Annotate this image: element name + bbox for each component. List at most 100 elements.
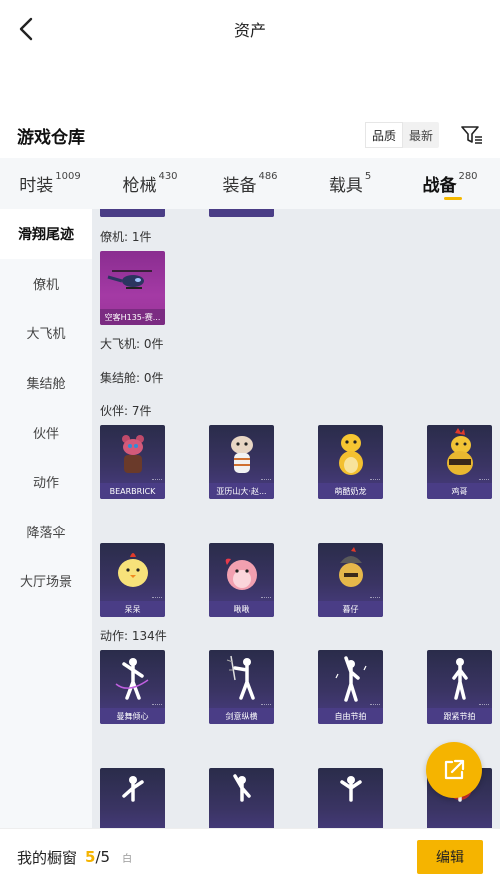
tab-label: 战备 <box>422 176 457 196</box>
item-card[interactable]: 剑意纵横 <box>209 650 274 724</box>
section-label-plane: 大飞机: 0件 <box>100 337 164 351</box>
more-dots <box>370 479 380 482</box>
sidebar-item-lobby-scene[interactable]: 大厅场景 <box>0 556 92 606</box>
item-name: 剑意纵横 <box>209 708 274 724</box>
more-dots <box>479 479 489 482</box>
sort-newest[interactable]: 最新 <box>403 122 439 148</box>
lock-icon: 白 <box>122 853 133 865</box>
item-card[interactable] <box>100 209 165 217</box>
dance-pose-icon <box>122 776 144 802</box>
item-name: 跟紧节拍 <box>427 708 492 724</box>
showcase-count-total: /5 <box>95 848 111 866</box>
more-dots <box>261 597 271 600</box>
follow-beat-pose-icon <box>452 658 468 700</box>
more-dots <box>370 704 380 707</box>
item-card[interactable]: 呆呆 <box>100 543 165 617</box>
item-name <box>100 209 165 217</box>
dance-pose-icon <box>340 776 362 802</box>
filter-icon <box>461 126 482 144</box>
tab-count: 486 <box>258 171 278 182</box>
sort-toggle: 品质 最新 <box>364 122 439 148</box>
sidebar-item-parachute[interactable]: 降落伞 <box>0 507 92 557</box>
page-title: 资产 <box>233 21 266 40</box>
edit-button[interactable]: 编辑 <box>417 840 483 874</box>
warehouse-title: 游戏仓库 <box>17 127 85 148</box>
top-bar: 资产 <box>0 0 500 58</box>
bear-figure-icon <box>122 435 144 473</box>
more-dots <box>152 704 162 707</box>
tab-count: 5 <box>364 171 372 182</box>
sidebar-item-action[interactable]: 动作 <box>0 457 92 507</box>
item-card[interactable]: 自由节拍 <box>318 650 383 724</box>
item-card[interactable]: 鸡哥 <box>427 425 492 499</box>
item-card[interactable] <box>209 209 274 217</box>
hamster-figure-icon <box>231 436 253 473</box>
chevron-left-icon <box>19 17 33 41</box>
helicopter-icon <box>107 270 152 289</box>
showcase-label: 我的橱窗 <box>17 848 78 867</box>
sidebar-item-plane[interactable]: 大飞机 <box>0 308 92 358</box>
item-name: 亚历山大·赵... <box>209 483 274 499</box>
dance-pose-icon <box>233 774 251 802</box>
more-dots <box>370 597 380 600</box>
dancer-pose-icon <box>115 658 149 700</box>
sword-pose-icon <box>226 655 255 700</box>
chick-figure-icon <box>118 553 148 587</box>
beat-pose-icon <box>335 656 367 702</box>
tab-count: 430 <box>158 171 178 182</box>
tab-label: 枪械 <box>122 176 157 196</box>
back-button[interactable] <box>14 16 38 42</box>
item-card[interactable]: 曼舞倾心 <box>100 650 165 724</box>
more-dots <box>261 479 271 482</box>
section-label-partner: 伙伴: 7件 <box>100 404 152 418</box>
tab-battle-gear[interactable]: 战备 280 <box>400 158 500 209</box>
warehouse-bar: 游戏仓库 品质 最新 <box>0 115 500 155</box>
section-label-wingman: 僚机: 1件 <box>100 230 152 244</box>
item-name: 萌酷奶龙 <box>318 483 383 499</box>
item-card[interactable]: 暮仔 <box>318 543 383 617</box>
tab-fashion[interactable]: 时装 1009 <box>0 158 100 209</box>
yellow-dragon-icon <box>339 434 363 475</box>
section-label-action: 动作: 134件 <box>100 629 167 643</box>
item-name: 鸡哥 <box>427 483 492 499</box>
sidebar-item-wingman[interactable]: 僚机 <box>0 259 92 309</box>
item-name: 曼舞倾心 <box>100 708 165 724</box>
item-card[interactable]: 啾啾 <box>209 543 274 617</box>
more-dots <box>152 597 162 600</box>
sidebar-item-partner[interactable]: 伙伴 <box>0 407 92 457</box>
sidebar: 滑翔尾迹 僚机 大飞机 集结舱 伙伴 动作 降落伞 大厅场景 <box>0 209 92 829</box>
sort-quality[interactable]: 品质 <box>364 122 403 148</box>
item-name: 空客H135-赛... <box>100 309 165 325</box>
item-card[interactable]: 跟紧节拍 <box>427 650 492 724</box>
tab-count: 280 <box>458 171 478 182</box>
tab-vehicles[interactable]: 载具 5 <box>300 158 400 209</box>
item-name: 呆呆 <box>100 601 165 617</box>
filter-button[interactable] <box>457 120 487 150</box>
item-card[interactable]: 萌酷奶龙 <box>318 425 383 499</box>
more-dots <box>152 479 162 482</box>
tab-count: 1009 <box>55 171 81 182</box>
item-card[interactable] <box>100 768 165 829</box>
helmet-duck-icon <box>339 547 363 587</box>
tab-equipment[interactable]: 装备 486 <box>200 158 300 209</box>
item-list[interactable]: 僚机: 1件 空客H135-赛... 大飞机: 0件 集结舱: 0件 伙伴: 7… <box>92 209 500 829</box>
tab-guns[interactable]: 枪械 430 <box>100 158 200 209</box>
chicken-figure-icon <box>447 428 473 475</box>
more-dots <box>479 704 489 707</box>
section-label-pod: 集结舱: 0件 <box>100 371 164 385</box>
tab-label: 时装 <box>19 176 54 196</box>
sidebar-item-pod[interactable]: 集结舱 <box>0 358 92 408</box>
item-card[interactable]: 空客H135-赛... <box>100 251 165 325</box>
sidebar-item-glide-trail[interactable]: 滑翔尾迹 <box>0 209 92 259</box>
item-card[interactable]: BEARBRICK <box>100 425 165 499</box>
item-card[interactable] <box>209 768 274 829</box>
showcase-bar: 我的橱窗 5 /5 白 编辑 <box>0 828 500 885</box>
item-card[interactable] <box>318 768 383 829</box>
tab-label: 载具 <box>328 176 363 196</box>
item-name: 暮仔 <box>318 601 383 617</box>
more-dots <box>261 704 271 707</box>
pink-bird-icon <box>225 558 257 590</box>
share-button[interactable] <box>426 742 482 798</box>
item-card[interactable]: 亚历山大·赵... <box>209 425 274 499</box>
tab-label: 装备 <box>222 176 257 196</box>
